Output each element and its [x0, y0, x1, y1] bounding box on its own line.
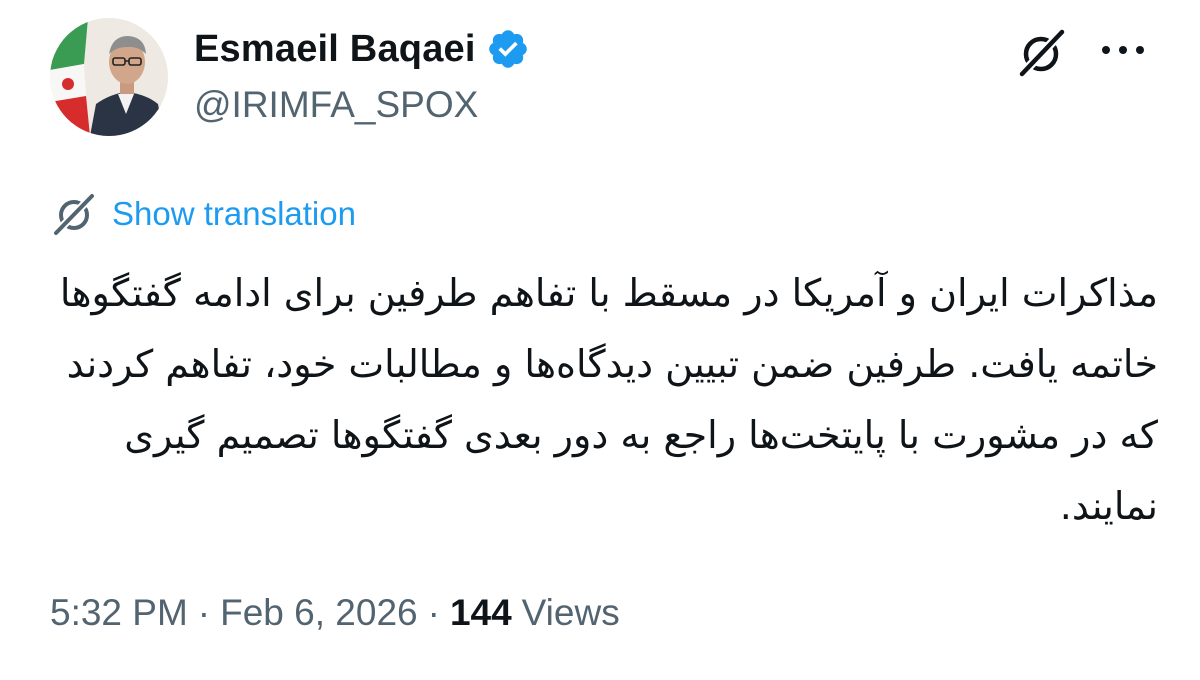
meta-separator: · [427, 592, 440, 633]
tweet-time[interactable]: 5:32 PM [50, 592, 188, 634]
more-dots-icon[interactable] [1100, 40, 1146, 60]
grok-icon [50, 190, 98, 238]
tweet-text: مذاکرات ایران و آمریکا در مسقط با تفاهم … [59, 271, 1158, 528]
tweet-meta: 5:32 PM · Feb 6, 2026 · 144 Views [50, 588, 620, 638]
grok-icon[interactable] [1014, 24, 1070, 80]
author-display-name[interactable]: Esmaeil Baqaei [194, 28, 476, 71]
meta-separator: · [197, 592, 211, 633]
verified-badge-icon[interactable] [486, 27, 530, 71]
views-label[interactable]: Views [522, 592, 620, 634]
show-translation-button[interactable]: Show translation [50, 190, 356, 238]
avatar[interactable] [50, 18, 168, 136]
author-handle[interactable]: @IRIMFA_SPOX [194, 84, 478, 126]
author-name-row[interactable]: Esmaeil Baqaei [194, 26, 530, 72]
views-count[interactable]: 144 [450, 592, 512, 634]
show-translation-label[interactable]: Show translation [112, 195, 356, 233]
tweet-date[interactable]: Feb 6, 2026 [220, 592, 417, 634]
